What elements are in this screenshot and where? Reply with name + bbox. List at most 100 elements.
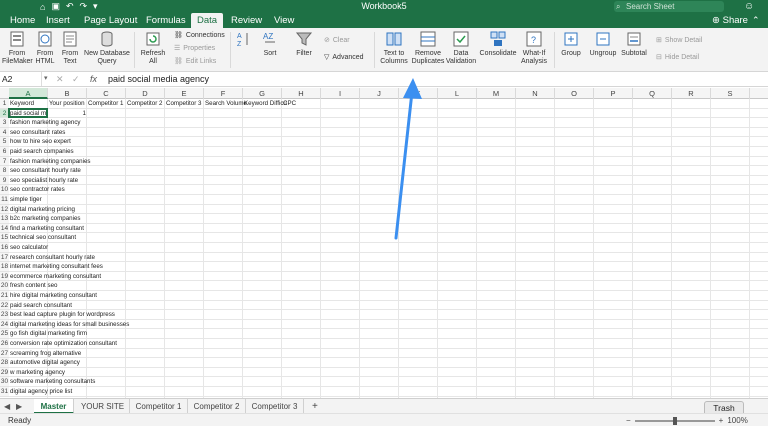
properties-button[interactable]: ☰ Properties	[174, 44, 215, 53]
active-cell-selection[interactable]	[8, 107, 48, 119]
row-header[interactable]: 14	[0, 223, 9, 234]
column-header[interactable]: A	[9, 88, 48, 99]
zoom-slider[interactable]	[634, 416, 715, 425]
add-sheet-button[interactable]: +	[312, 399, 318, 414]
tab-page-layout[interactable]: Page Layout	[78, 13, 143, 28]
keyword-cell[interactable]: seo consultant hourly rate	[9, 166, 81, 176]
row-header[interactable]: 9	[0, 175, 9, 186]
keyword-cell[interactable]: internet marketing consultant fees	[9, 262, 103, 272]
data-validation-button[interactable]: Data Validation	[444, 30, 478, 66]
tab-formulas[interactable]: Formulas	[140, 13, 192, 28]
keyword-cell[interactable]: research consultant hourly rate	[9, 253, 95, 263]
keyword-cell[interactable]: fashion marketing companies	[9, 157, 90, 167]
filter-button[interactable]: Filter	[292, 30, 316, 58]
consolidate-button[interactable]: Consolidate	[478, 30, 518, 58]
keyword-cell[interactable]: paid search consultant	[9, 301, 72, 311]
connections-button[interactable]: ⛓ Connections	[174, 31, 225, 40]
keyword-cell[interactable]: how to hire seo expert	[9, 137, 71, 147]
row-header[interactable]: 13	[0, 214, 9, 224]
row-header[interactable]: 4	[0, 127, 9, 138]
keyword-cell[interactable]: seo contractor rates	[9, 185, 65, 195]
row-header[interactable]: 6	[0, 147, 9, 157]
column-header[interactable]: D	[126, 88, 165, 99]
from-html-button[interactable]: From HTML	[32, 30, 58, 66]
keyword-cell[interactable]: seo consultant rates	[9, 128, 65, 138]
column-header[interactable]: J	[360, 88, 399, 99]
next-sheet-icon[interactable]: ▶	[16, 399, 22, 414]
row-header[interactable]: 20	[0, 281, 9, 291]
column-header[interactable]: N	[516, 88, 555, 99]
row-header[interactable]: 30	[0, 377, 9, 387]
tab-view[interactable]: View	[268, 13, 300, 28]
keyword-cell[interactable]: simple tiger	[9, 195, 42, 205]
zoom-in-button[interactable]: +	[719, 414, 724, 426]
feedback-smiley-icon[interactable]: ☺	[744, 0, 754, 13]
sheet-tab-your-site[interactable]: YOUR SITE	[76, 399, 130, 414]
spreadsheet-grid[interactable]: ABCDEFGHIJKLMNOPQRS 1 Keyword Your positio…	[0, 88, 768, 398]
column-header[interactable]: E	[165, 88, 204, 99]
column-header[interactable]: F	[204, 88, 243, 99]
zoom-slider-thumb[interactable]	[672, 416, 677, 425]
header-cell[interactable]: CPC	[282, 99, 296, 109]
header-cell[interactable]: Keyword Difficu	[243, 99, 287, 109]
row-header[interactable]: 23	[0, 310, 9, 320]
keyword-cell[interactable]: digital marketing ideas for small busine…	[9, 320, 129, 330]
row-header[interactable]: 8	[0, 166, 9, 176]
row-header[interactable]: 18	[0, 262, 9, 272]
row-header[interactable]: 24	[0, 319, 9, 330]
name-box[interactable]: A2	[0, 72, 42, 86]
show-detail-button[interactable]: ⊞ Show Detail	[656, 36, 702, 45]
edit-links-button[interactable]: ⛓ Edit Links	[174, 57, 216, 66]
keyword-cell[interactable]: best lead capture plugin for wordpress	[9, 310, 115, 320]
column-header[interactable]: M	[477, 88, 516, 99]
keyword-cell[interactable]: w marketing agency	[9, 368, 65, 378]
header-cell[interactable]: Competitor 1	[87, 99, 123, 109]
sheet-tab-competitor-2[interactable]: Competitor 2	[188, 399, 246, 414]
sort-button[interactable]: AZ Sort	[258, 30, 282, 58]
keyword-cell[interactable]: digital marketing pricing	[9, 205, 75, 215]
row-header[interactable]: 26	[0, 339, 9, 349]
row-header[interactable]: 31	[0, 387, 9, 397]
text-to-columns-button[interactable]: Text to Columns	[377, 30, 411, 66]
column-header[interactable]: L	[438, 88, 477, 99]
row-header[interactable]: 12	[0, 204, 9, 215]
column-header[interactable]: R	[672, 88, 711, 99]
keyword-cell[interactable]: conversion rate optimization consultant	[9, 339, 117, 349]
from-text-button[interactable]: From Text	[58, 30, 82, 66]
sheet-tab-master[interactable]: Master	[34, 399, 74, 414]
cancel-icon[interactable]: ✕	[56, 72, 64, 86]
keyword-cell[interactable]: automotive digital agency	[9, 358, 80, 368]
function-icon[interactable]: fx	[90, 72, 97, 86]
column-header[interactable]: P	[594, 88, 633, 99]
keyword-cell[interactable]: software marketing consultants	[9, 377, 95, 387]
column-header[interactable]: H	[282, 88, 321, 99]
new-database-query-button[interactable]: New Database Query	[84, 30, 130, 66]
remove-duplicates-button[interactable]: Remove Duplicates	[410, 30, 446, 66]
collapse-ribbon-icon[interactable]: ⌃	[752, 13, 760, 28]
subtotal-button[interactable]: Subtotal	[620, 30, 648, 58]
hide-detail-button[interactable]: ⊟ Hide Detail	[656, 53, 699, 62]
row-header[interactable]: 16	[0, 243, 9, 253]
keyword-cell[interactable]: fashion marketing agency	[9, 118, 81, 128]
row-header[interactable]: 15	[0, 233, 9, 243]
keyword-cell[interactable]: seo specialist hourly rate	[9, 176, 78, 186]
keyword-cell[interactable]: ecommerce marketing consultant	[9, 272, 101, 282]
keyword-cell[interactable]: fresh content seo	[9, 281, 57, 291]
column-header[interactable]: I	[321, 88, 360, 99]
row-header[interactable]: 17	[0, 252, 9, 263]
keyword-cell[interactable]: go fish digital marketing firm	[9, 329, 87, 339]
row-header[interactable]: 5	[0, 137, 9, 147]
row-header[interactable]: 7	[0, 156, 9, 167]
header-cell[interactable]: Search Volume	[204, 99, 247, 109]
confirm-icon[interactable]: ✓	[72, 72, 80, 86]
row-header[interactable]: 27	[0, 348, 9, 359]
column-header[interactable]: G	[243, 88, 282, 99]
sort-az-button[interactable]: AZ	[234, 30, 254, 50]
keyword-cell[interactable]: paid search companies	[9, 147, 74, 157]
tab-home[interactable]: Home	[4, 13, 41, 28]
header-cell[interactable]: Competitor 3	[165, 99, 201, 109]
ungroup-button[interactable]: Ungroup	[588, 30, 618, 58]
header-cell[interactable]: Your position	[48, 99, 85, 109]
column-header[interactable]: O	[555, 88, 594, 99]
tab-data[interactable]: Data	[191, 13, 224, 28]
